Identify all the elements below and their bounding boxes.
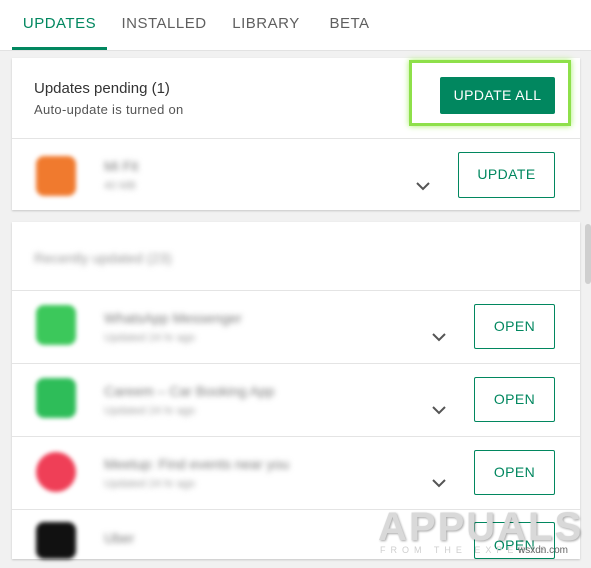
app-icon: [36, 378, 76, 418]
app-name: Mi Fit: [104, 158, 139, 174]
divider: [12, 138, 580, 139]
app-icon: [36, 452, 76, 492]
recently-updated-header: Recently updated (23): [34, 250, 172, 266]
app-size: 40 MB: [104, 180, 136, 192]
app-updated-time: Updated 24 hr ago: [104, 478, 196, 490]
app-name: Meetup: Find events near you: [104, 456, 290, 472]
app-name: Careem – Car Booking App: [104, 383, 275, 399]
divider: [12, 363, 580, 364]
divider: [12, 436, 580, 437]
tab-installed[interactable]: INSTALLED: [114, 0, 214, 50]
app-name: Uber: [104, 530, 135, 546]
app-icon: [36, 522, 76, 559]
chevron-down-icon[interactable]: [414, 180, 432, 192]
open-button[interactable]: OPEN: [474, 377, 555, 422]
scrollbar[interactable]: [585, 224, 591, 284]
auto-update-status: Auto-update is turned on: [34, 102, 184, 117]
app-icon: [36, 305, 76, 345]
update-all-button[interactable]: UPDATE ALL: [440, 77, 555, 114]
site-watermark: wsxdn.com: [518, 545, 569, 556]
tab-updates[interactable]: UPDATES: [12, 0, 107, 50]
tab-bar: UPDATES INSTALLED LIBRARY BETA: [0, 0, 591, 51]
chevron-down-icon[interactable]: [430, 477, 448, 489]
divider: [12, 290, 580, 291]
updates-pending-title: Updates pending (1): [34, 80, 170, 97]
open-button[interactable]: OPEN: [474, 304, 555, 349]
tab-beta[interactable]: BETA: [322, 0, 377, 50]
app-icon: [36, 156, 76, 196]
app-updated-time: Updated 24 hr ago: [104, 405, 196, 417]
update-button[interactable]: UPDATE: [458, 152, 555, 198]
app-name: WhatsApp Messenger: [104, 310, 242, 326]
chevron-down-icon[interactable]: [430, 331, 448, 343]
app-updated-time: Updated 24 hr ago: [104, 332, 196, 344]
open-button[interactable]: OPEN: [474, 450, 555, 495]
tab-library[interactable]: LIBRARY: [226, 0, 306, 50]
chevron-down-icon[interactable]: [430, 404, 448, 416]
